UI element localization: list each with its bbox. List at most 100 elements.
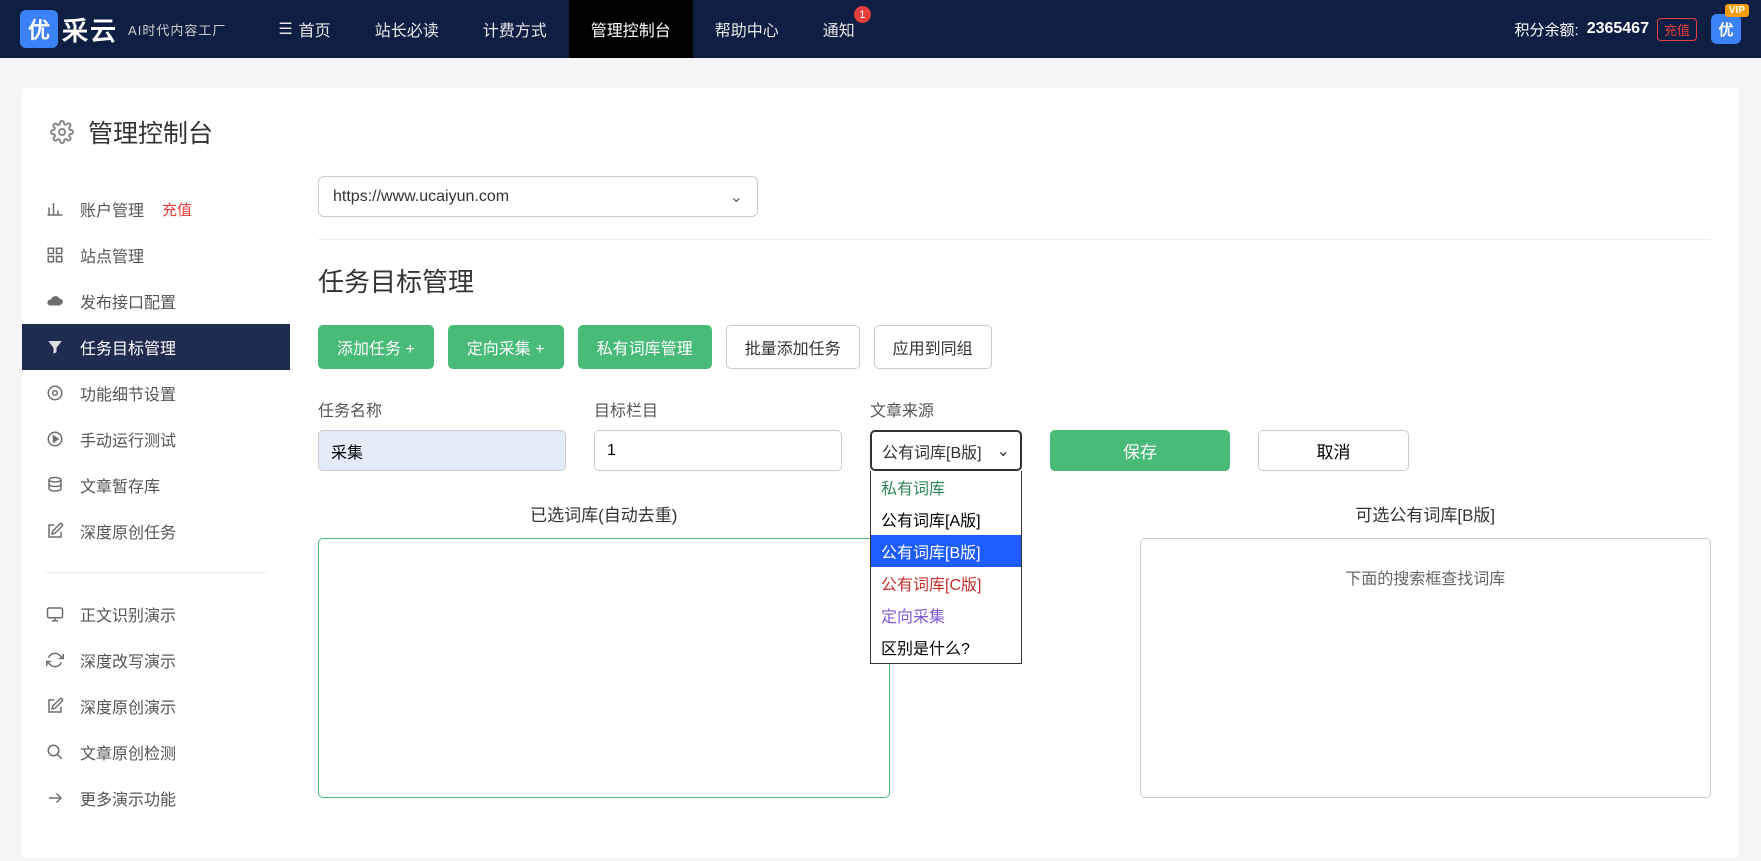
- gear-icon: [50, 120, 74, 144]
- sidebar-divider: [46, 572, 266, 573]
- search-icon: [46, 743, 66, 761]
- sidebar-demo-more[interactable]: 更多演示功能: [22, 775, 290, 821]
- available-lib-title: 可选公有词库[B版]: [1140, 501, 1712, 526]
- batch-add-button[interactable]: 批量添加任务: [726, 325, 860, 369]
- sidebar-item-manual-run[interactable]: 手动运行测试: [22, 416, 290, 462]
- cloud-icon: [46, 292, 66, 310]
- sidebar-recharge-link[interactable]: 充值: [162, 199, 192, 220]
- apply-group-button[interactable]: 应用到同组: [874, 325, 992, 369]
- action-button-row: 添加任务 + 定向采集 + 私有词库管理 批量添加任务 应用到同组: [318, 325, 1711, 369]
- notify-badge: 1: [854, 6, 871, 23]
- source-select[interactable]: 公有词库[B版] ⌄: [870, 430, 1022, 471]
- sidebar-item-label: 手动运行测试: [80, 427, 176, 451]
- dropdown-option-b[interactable]: 公有词库[B版]: [871, 535, 1021, 567]
- sidebar-item-deep-original[interactable]: 深度原创任务: [22, 508, 290, 554]
- grid-icon: [46, 246, 66, 264]
- sidebar-item-label: 文章原创检测: [80, 740, 176, 764]
- list-icon: ☰: [278, 19, 292, 39]
- nav-help-label: 帮助中心: [715, 17, 779, 41]
- nav-help[interactable]: 帮助中心: [693, 0, 801, 58]
- refresh-icon: [46, 651, 66, 669]
- nav-home-label: 首页: [299, 17, 331, 41]
- sidebar-item-label: 深度原创演示: [80, 694, 176, 718]
- sidebar-item-label: 更多演示功能: [80, 786, 176, 810]
- tagline: AI时代内容工厂: [128, 20, 226, 39]
- nav-console[interactable]: 管理控制台: [569, 0, 693, 58]
- dropdown-option-c[interactable]: 公有词库[C版]: [871, 567, 1021, 599]
- edit-icon: [46, 522, 66, 540]
- points-label: 积分余额:: [1515, 19, 1579, 40]
- task-name-group: 任务名称: [318, 397, 566, 471]
- private-lib-button[interactable]: 私有词库管理: [578, 325, 712, 369]
- sidebar-demo-original[interactable]: 深度原创演示: [22, 683, 290, 729]
- sidebar-item-label: 任务目标管理: [80, 335, 176, 359]
- chart-icon: [46, 200, 66, 218]
- sidebar-item-account[interactable]: 账户管理 充值: [22, 186, 290, 232]
- nav-notify-label: 通知: [823, 17, 855, 41]
- nav-billing-label: 计费方式: [483, 17, 547, 41]
- edit-icon: [46, 697, 66, 715]
- sidebar-item-label: 文章暂存库: [80, 473, 160, 497]
- nav-console-label: 管理控制台: [591, 17, 671, 41]
- source-dropdown: 私有词库 公有词库[A版] 公有词库[B版] 公有词库[C版] 定向采集 区别是…: [870, 471, 1022, 664]
- sidebar-demo-body[interactable]: 正文识别演示: [22, 591, 290, 637]
- url-text: https://www.ucaiyun.com: [333, 188, 509, 206]
- sidebar-item-label: 发布接口配置: [80, 289, 176, 313]
- sidebar-item-task-target[interactable]: 任务目标管理: [22, 324, 290, 370]
- sidebar: 账户管理 充值 站点管理 发布接口配置 任务目标管理: [22, 170, 290, 837]
- chevron-down-icon: ⌄: [997, 441, 1010, 461]
- available-lib-column: 可选公有词库[B版] 下面的搜索框查找词库: [1140, 501, 1712, 798]
- cancel-button[interactable]: 取消: [1258, 430, 1409, 471]
- url-select[interactable]: https://www.ucaiyun.com ⌄: [318, 176, 758, 217]
- nav-notify[interactable]: 通知 1: [801, 0, 877, 58]
- sidebar-item-publish[interactable]: 发布接口配置: [22, 278, 290, 324]
- dropdown-option-private[interactable]: 私有词库: [871, 471, 1021, 503]
- main-content: https://www.ucaiyun.com ⌄ 任务目标管理 添加任务 + …: [290, 170, 1739, 837]
- topbar-right: 积分余额: 2365467 充值 优 VIP: [1515, 14, 1741, 44]
- sidebar-demo-check[interactable]: 文章原创检测: [22, 729, 290, 775]
- sidebar-item-site[interactable]: 站点管理: [22, 232, 290, 278]
- target-col-input[interactable]: [594, 430, 842, 471]
- nav-home[interactable]: ☰ 首页: [256, 0, 352, 58]
- source-label: 文章来源: [870, 397, 1022, 421]
- sidebar-item-label: 深度改写演示: [80, 648, 176, 672]
- avatar-wrap[interactable]: 优 VIP: [1711, 14, 1741, 44]
- save-button[interactable]: 保存: [1050, 430, 1230, 471]
- selected-lib-column: 已选词库(自动去重): [318, 501, 890, 798]
- logo-text: 采云: [62, 11, 118, 48]
- target-col-label: 目标栏目: [594, 397, 842, 421]
- target-col-group: 目标栏目: [594, 397, 842, 471]
- sidebar-item-cache[interactable]: 文章暂存库: [22, 462, 290, 508]
- divider: [318, 239, 1711, 240]
- task-name-label: 任务名称: [318, 397, 566, 421]
- sidebar-demo-rewrite[interactable]: 深度改写演示: [22, 637, 290, 683]
- source-value: 公有词库[B版]: [882, 439, 982, 463]
- sidebar-item-settings[interactable]: 功能细节设置: [22, 370, 290, 416]
- cogs-icon: [46, 384, 66, 402]
- sidebar-item-label: 账户管理: [80, 197, 144, 221]
- page-title: 管理控制台: [88, 114, 213, 150]
- share-icon: [46, 789, 66, 807]
- available-lib-box[interactable]: 下面的搜索框查找词库: [1140, 538, 1712, 798]
- directed-collect-button[interactable]: 定向采集 +: [448, 325, 564, 369]
- available-lib-hint: 下面的搜索框查找词库: [1153, 551, 1699, 589]
- add-task-button[interactable]: 添加任务 +: [318, 325, 434, 369]
- nav-mustread[interactable]: 站长必读: [353, 0, 461, 58]
- section-title: 任务目标管理: [318, 262, 1711, 299]
- page-header: 管理控制台: [22, 88, 1739, 170]
- play-icon: [46, 430, 66, 448]
- logo-badge: 优: [20, 10, 58, 48]
- sidebar-item-label: 功能细节设置: [80, 381, 176, 405]
- selected-lib-box[interactable]: [318, 538, 890, 798]
- dropdown-option-a[interactable]: 公有词库[A版]: [871, 503, 1021, 535]
- dropdown-option-diff[interactable]: 区别是什么?: [871, 631, 1021, 663]
- dropdown-option-directed[interactable]: 定向采集: [871, 599, 1021, 631]
- task-name-input[interactable]: [318, 430, 566, 471]
- recharge-button[interactable]: 充值: [1657, 18, 1697, 41]
- page-card: 管理控制台 账户管理 充值 站点管理 发布接口配置: [22, 88, 1739, 858]
- nav-billing[interactable]: 计费方式: [461, 0, 569, 58]
- form-row: 任务名称 目标栏目 文章来源 公有词库[B版] ⌄ 私有词库: [318, 397, 1711, 471]
- nav-mustread-label: 站长必读: [375, 17, 439, 41]
- points-value: 2365467: [1587, 20, 1649, 38]
- topbar: 优 采云 AI时代内容工厂 ☰ 首页 站长必读 计费方式 管理控制台 帮助中心 …: [0, 0, 1761, 58]
